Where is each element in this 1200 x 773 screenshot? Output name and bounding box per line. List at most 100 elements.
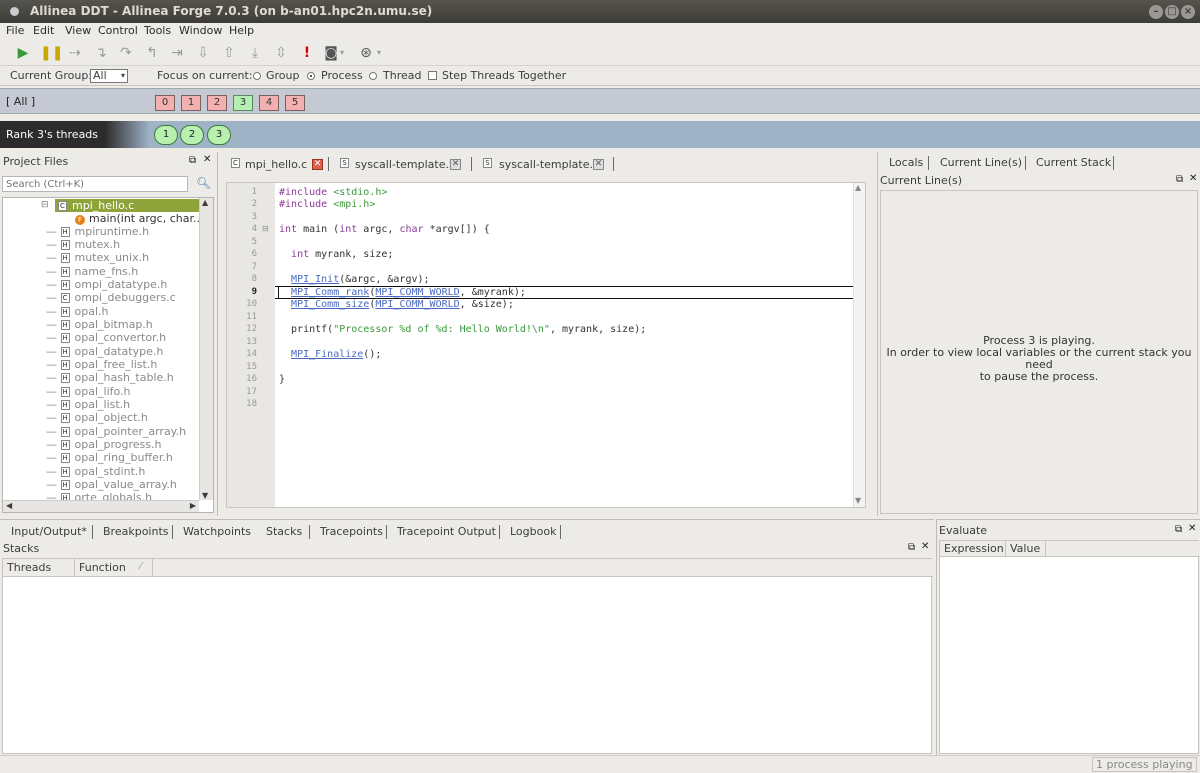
focus-process-radio[interactable] (307, 72, 315, 80)
menu-view[interactable]: View (65, 24, 91, 37)
menu-edit[interactable]: Edit (33, 24, 54, 37)
process-1[interactable]: 1 (181, 95, 201, 111)
tab-mpi-hello[interactable]: C mpi_hello.c ✕ (228, 154, 328, 174)
process-2[interactable]: 2 (207, 95, 227, 111)
float-icon[interactable]: ⧉ (1175, 524, 1182, 535)
menu-file[interactable]: File (6, 24, 24, 37)
close-tab-icon[interactable]: ✕ (593, 159, 604, 170)
up-frame-icon[interactable]: ⇧ (220, 44, 238, 62)
step-threads-checkbox[interactable] (428, 71, 437, 80)
list-item[interactable]: — Hopal_lifo.h (46, 385, 131, 398)
selected-file-row[interactable]: Cmpi_hello.c (55, 199, 199, 212)
list-item[interactable]: — Hopal_convertor.h (46, 331, 166, 344)
run-to-line-icon[interactable]: ⇥ (168, 44, 186, 62)
editor-scrollbar[interactable]: ▲ ▼ (853, 183, 865, 507)
close-icon[interactable]: ✕ (921, 541, 929, 552)
tab-tracepoint-output[interactable]: Tracepoint Output (397, 525, 496, 538)
column-expression[interactable]: Expression (940, 541, 1006, 557)
process-4[interactable]: 4 (259, 95, 279, 111)
float-icon[interactable]: ⧉ (908, 542, 915, 553)
list-item[interactable]: — Hopal_list.h (46, 398, 130, 411)
close-icon[interactable]: ✕ (203, 154, 211, 165)
list-item[interactable]: — Hname_fns.h (46, 265, 138, 278)
list-item[interactable]: — Hopal_hash_table.h (46, 371, 174, 384)
focus-group-radio[interactable] (253, 72, 261, 80)
step-out-icon[interactable]: ↰ (143, 44, 161, 62)
current-group-select[interactable]: All ▾ (90, 69, 128, 83)
list-item[interactable]: — Hopal_datatype.h (46, 345, 163, 358)
exclamation-icon[interactable]: ! (298, 44, 316, 62)
process-5[interactable]: 5 (285, 95, 305, 111)
list-item[interactable]: — Compi_debuggers.c (46, 291, 176, 304)
chevron-down-icon[interactable]: ▾ (336, 44, 348, 62)
minimize-icon[interactable]: – (1149, 5, 1163, 19)
scroll-up-icon[interactable]: ▲ (202, 198, 208, 207)
horizontal-scrollbar[interactable]: ◀ ▶ (3, 500, 199, 512)
thread-3[interactable]: 3 (207, 125, 231, 145)
thread-2[interactable]: 2 (180, 125, 204, 145)
list-item[interactable]: — Hopal_progress.h (46, 438, 161, 451)
float-icon[interactable]: ⧉ (189, 155, 196, 166)
down-frame-icon[interactable]: ⇩ (194, 44, 212, 62)
chevron-down-icon[interactable]: ▾ (373, 44, 385, 62)
column-threads[interactable]: Threads (3, 559, 75, 577)
add-breakpoint-icon[interactable]: ⇢ (66, 44, 84, 62)
tab-locals[interactable]: Locals (889, 156, 923, 169)
list-item[interactable]: — Hmpiruntime.h (46, 225, 149, 238)
column-value[interactable]: Value (1006, 541, 1046, 557)
tab-tracepoints[interactable]: Tracepoints (320, 525, 383, 538)
pause-icon[interactable]: ❚❚ (40, 44, 63, 62)
align-stacks-icon[interactable]: ⇳ (272, 44, 290, 62)
focus-thread-radio[interactable] (369, 72, 377, 80)
menu-window[interactable]: Window (179, 24, 222, 37)
tab-watchpoints[interactable]: Watchpoints (183, 525, 251, 538)
scroll-down-icon[interactable]: ▼ (855, 496, 861, 505)
scroll-down-icon[interactable]: ▼ (202, 491, 208, 500)
maximize-icon[interactable]: □ (1165, 5, 1179, 19)
tab-syscall-template-1[interactable]: S syscall-template.S ✕ (337, 154, 467, 174)
close-icon[interactable]: × (1181, 5, 1195, 19)
group-all-label[interactable]: [ All ] (6, 95, 35, 108)
process-3[interactable]: 3 (233, 95, 253, 111)
process-0[interactable]: 0 (155, 95, 175, 111)
fold-icon[interactable]: ⊟ (262, 224, 269, 233)
float-icon[interactable]: ⧉ (1176, 174, 1183, 185)
step-into-icon[interactable]: ↴ (92, 44, 110, 62)
close-icon[interactable]: ✕ (1188, 523, 1196, 534)
search-input[interactable] (2, 176, 188, 192)
tab-input-output[interactable]: Input/Output* (11, 525, 87, 538)
tab-syscall-template-2[interactable]: S syscall-template.S ✕ (480, 154, 610, 174)
function-item[interactable]: Fmain(int argc, char... (75, 212, 203, 225)
collapse-icon[interactable]: ⊟ (41, 200, 49, 210)
menu-tools[interactable]: Tools (144, 24, 171, 37)
list-item[interactable]: — Hopal_bitmap.h (46, 318, 153, 331)
scroll-up-icon[interactable]: ▲ (855, 183, 861, 192)
list-item[interactable]: — Hopal_ring_buffer.h (46, 451, 173, 464)
tab-breakpoints[interactable]: Breakpoints (103, 525, 169, 538)
search-icon[interactable]: 🔍︎ (196, 176, 211, 190)
list-item[interactable]: — Hmutex.h (46, 238, 120, 251)
scroll-right-icon[interactable]: ▶ (190, 501, 196, 510)
list-item[interactable]: — Hopal_pointer_array.h (46, 425, 186, 438)
close-tab-icon[interactable]: ✕ (312, 159, 323, 170)
tab-current-lines[interactable]: Current Line(s) (940, 156, 1022, 169)
list-item[interactable]: — Hopal_object.h (46, 411, 148, 424)
menu-control[interactable]: Control (98, 24, 138, 37)
code-editor[interactable]: 1 2 3 4 5 6 7 8 9 10 11 12 13 14 15 16 1… (226, 182, 866, 508)
tab-current-stack[interactable]: Current Stack (1036, 156, 1111, 169)
close-tab-icon[interactable]: ✕ (450, 159, 461, 170)
step-over-icon[interactable]: ↷ (117, 44, 135, 62)
list-item[interactable]: — Hompi_datatype.h (46, 278, 167, 291)
vertical-scrollbar[interactable]: ▲ ▼ (199, 198, 213, 500)
list-item[interactable]: — Hopal.h (46, 305, 108, 318)
bottom-frame-icon[interactable]: ⤓ (246, 44, 264, 62)
play-icon[interactable]: ▶ (14, 44, 32, 62)
list-item[interactable]: — Hopal_free_list.h (46, 358, 157, 371)
list-item[interactable]: — Hopal_stdint.h (46, 465, 145, 478)
thread-1[interactable]: 1 (154, 125, 178, 145)
close-icon[interactable]: ✕ (1189, 173, 1197, 184)
list-item[interactable]: — Hopal_value_array.h (46, 478, 177, 491)
tab-stacks[interactable]: Stacks (266, 525, 302, 538)
menu-help[interactable]: Help (229, 24, 254, 37)
list-item[interactable]: — Hmutex_unix.h (46, 251, 149, 264)
